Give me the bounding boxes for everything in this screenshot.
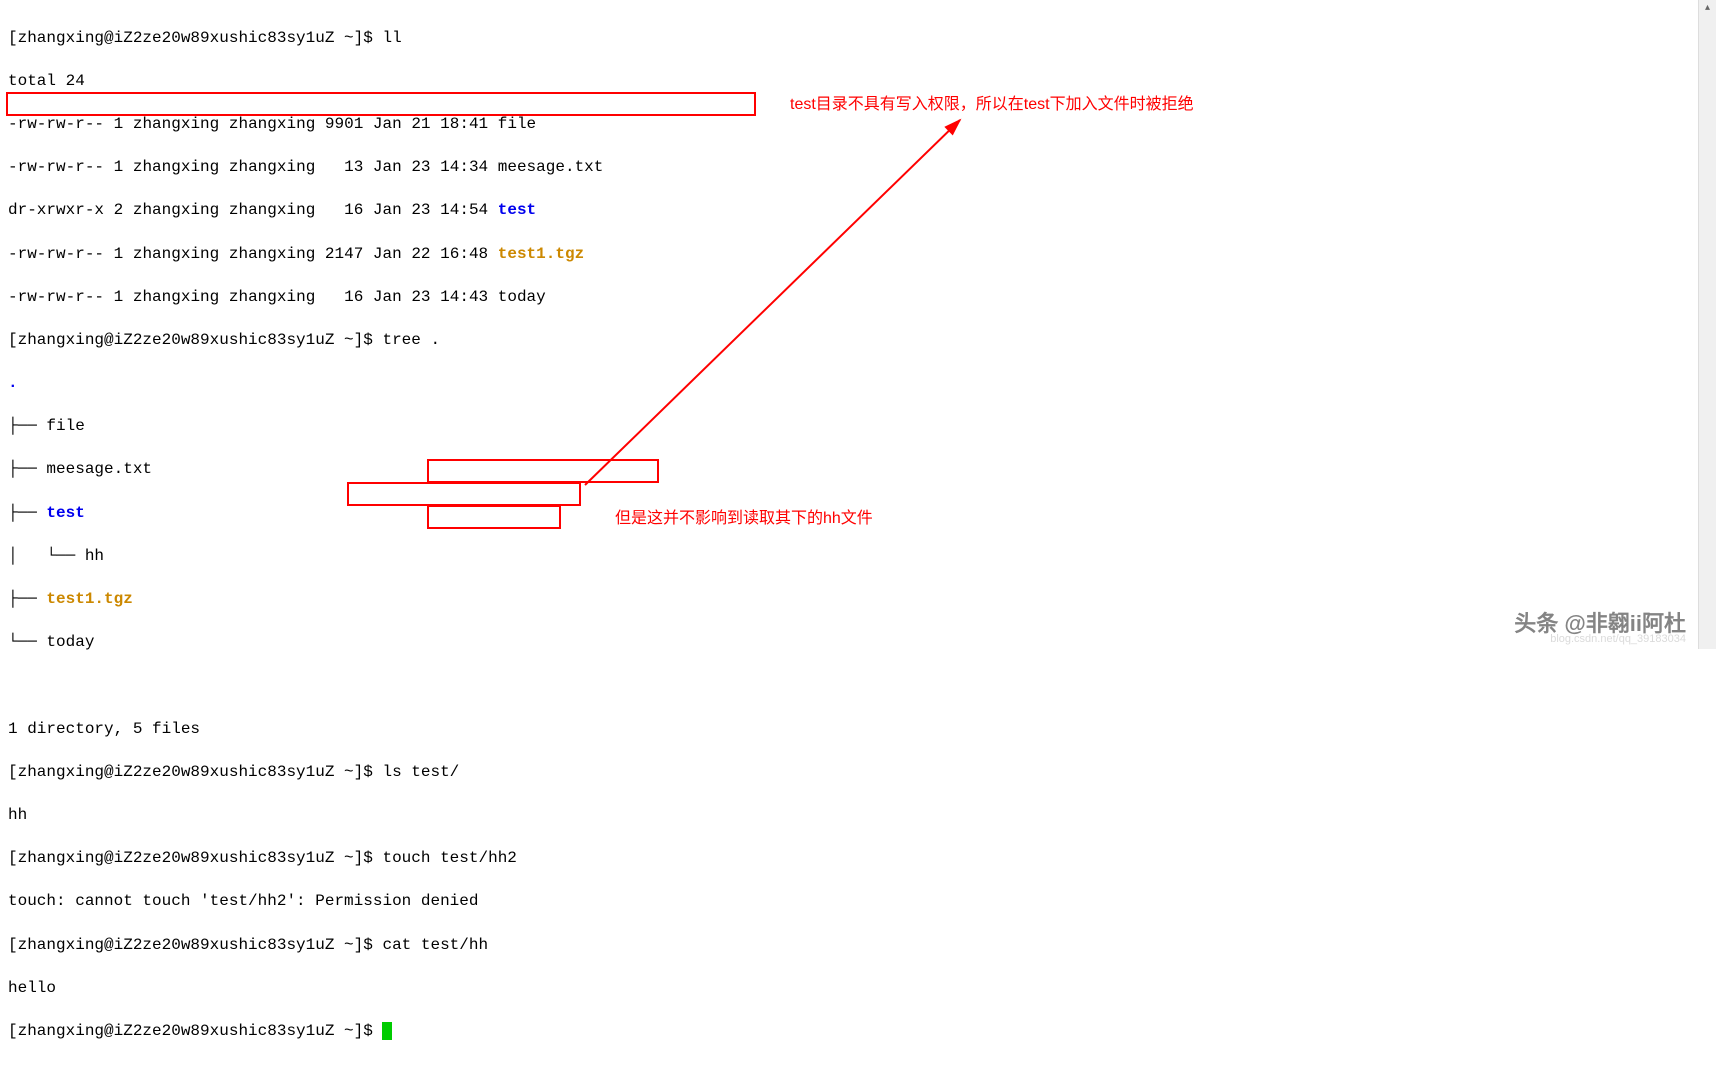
prompt: [zhangxing@iZ2ze20w89xushic83sy1uZ ~]$ — [8, 763, 382, 781]
command-ll: ll — [382, 29, 401, 47]
ll-row: -rw-rw-r-- 1 zhangxing zhangxing 9901 Ja… — [8, 114, 1708, 136]
scrollbar[interactable]: ▴ — [1698, 0, 1716, 649]
cat-output: hello — [8, 978, 1708, 1000]
scroll-up-icon[interactable]: ▴ — [1699, 0, 1716, 18]
annotation-no-write-permission: test目录不具有写入权限，所以在test下加入文件时被拒绝 — [790, 94, 1194, 116]
tree-summary: 1 directory, 5 files — [8, 719, 1708, 741]
ll-row: -rw-rw-r-- 1 zhangxing zhangxing 2147 Ja… — [8, 244, 1708, 266]
terminal-output[interactable]: [zhangxing@iZ2ze20w89xushic83sy1uZ ~]$ l… — [0, 0, 1716, 1070]
command-touch: touch test/hh2 — [382, 849, 516, 867]
tree-dot: . — [8, 373, 1708, 395]
ll-row: -rw-rw-r-- 1 zhangxing zhangxing 13 Jan … — [8, 157, 1708, 179]
command-tree: tree . — [382, 331, 440, 349]
touch-error: touch: cannot touch 'test/hh2': Permissi… — [8, 891, 1708, 913]
tree-item: │ └── hh — [8, 546, 1708, 568]
ll-total: total 24 — [8, 71, 1708, 93]
prompt: [zhangxing@iZ2ze20w89xushic83sy1uZ ~]$ — [8, 331, 382, 349]
command-cat: cat test/hh — [382, 936, 488, 954]
command-ls: ls test/ — [382, 763, 459, 781]
watermark-url: blog.csdn.net/qq_39183034 — [1550, 632, 1686, 647]
tree-item: └── today — [8, 632, 1708, 654]
ll-row: dr-xrwxr-x 2 zhangxing zhangxing 16 Jan … — [8, 200, 1708, 222]
prompt: [zhangxing@iZ2ze20w89xushic83sy1uZ ~]$ — [8, 849, 382, 867]
annotation-read-ok: 但是这并不影响到读取其下的hh文件 — [615, 508, 873, 530]
tree-item: ├── file — [8, 416, 1708, 438]
prompt: [zhangxing@iZ2ze20w89xushic83sy1uZ ~]$ — [8, 936, 382, 954]
cursor — [382, 1022, 392, 1040]
prompt: [zhangxing@iZ2ze20w89xushic83sy1uZ ~]$ — [8, 29, 382, 47]
prompt: [zhangxing@iZ2ze20w89xushic83sy1uZ ~]$ — [8, 1022, 382, 1040]
tree-item: ├── test1.tgz — [8, 589, 1708, 611]
tree-item: ├── meesage.txt — [8, 459, 1708, 481]
ls-output: hh — [8, 805, 1708, 827]
ll-row: -rw-rw-r-- 1 zhangxing zhangxing 16 Jan … — [8, 287, 1708, 309]
